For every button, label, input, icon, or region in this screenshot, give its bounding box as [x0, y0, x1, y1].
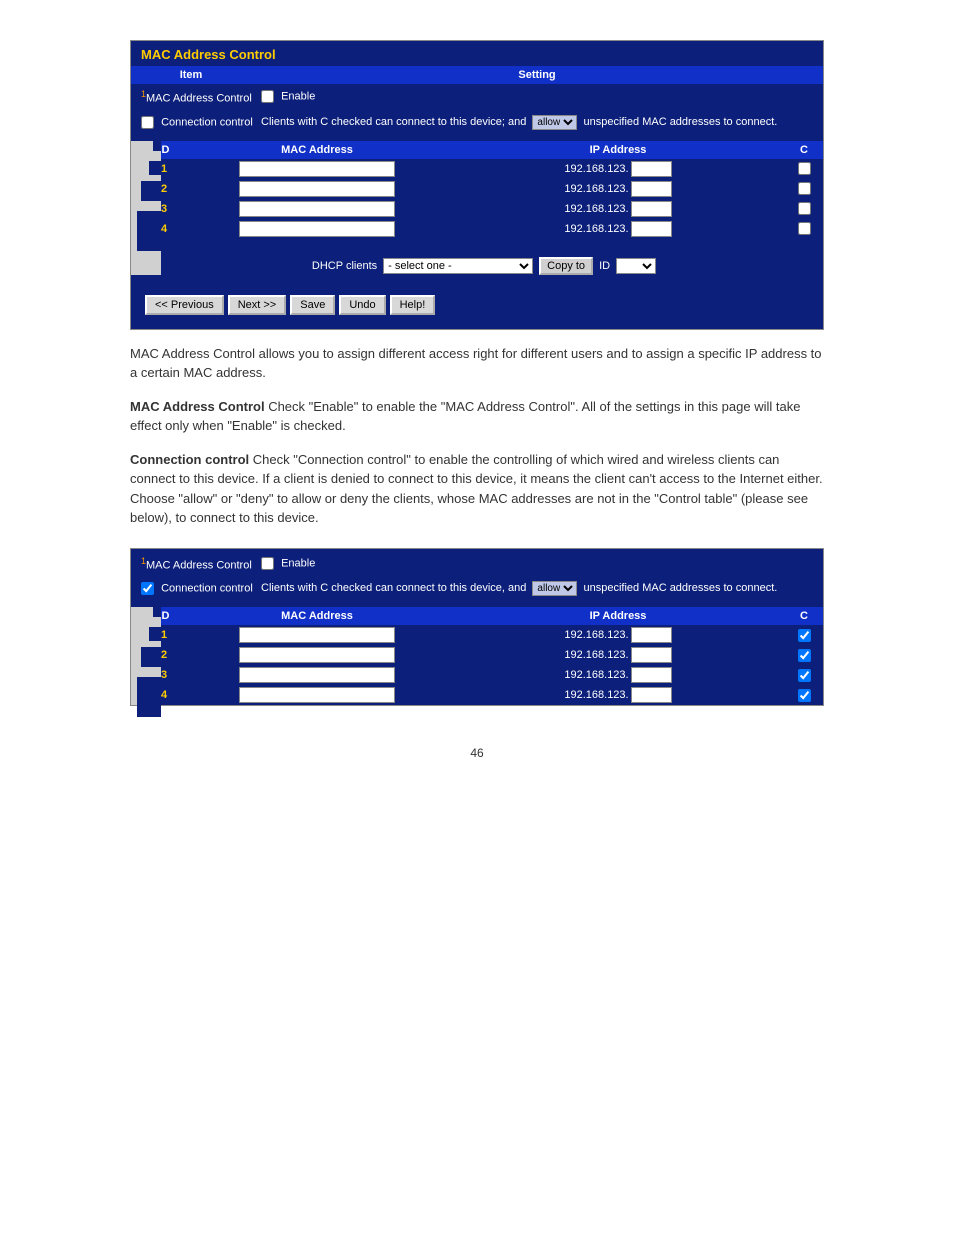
header-item: Item — [131, 66, 251, 84]
row-connection-control: Connection control Clients with C checke… — [131, 110, 823, 135]
connection-control-checkbox[interactable] — [141, 116, 154, 129]
header-row: Item Setting — [131, 66, 823, 84]
table-header: ID MAC Address IP Address C — [145, 141, 823, 159]
save-button[interactable]: Save — [290, 295, 335, 315]
undo-button[interactable]: Undo — [339, 295, 385, 315]
row-mac-control: 1MAC Address Control Enable — [131, 84, 823, 110]
c-checkbox[interactable] — [798, 162, 811, 175]
allow-deny-select[interactable]: allow — [532, 115, 577, 130]
row-mac-control: 1MAC Address Control Enable — [131, 551, 823, 577]
button-row: << Previous Next >> Save Undo Help! — [131, 285, 823, 329]
connection-control-label: Connection control — [161, 583, 253, 595]
ip-prefix: 192.168.123. — [564, 163, 628, 175]
torn-edge — [131, 607, 161, 705]
panel-title: MAC Address Control — [131, 41, 823, 66]
mac-input[interactable] — [239, 687, 395, 703]
col-mac-header: MAC Address — [183, 607, 451, 625]
previous-button[interactable]: << Previous — [145, 295, 224, 315]
ip-suffix-input[interactable] — [631, 181, 672, 197]
ip-suffix-input[interactable] — [631, 647, 672, 663]
id-select[interactable] — [616, 258, 656, 274]
c-checkbox[interactable] — [798, 629, 811, 642]
mac-input[interactable] — [239, 647, 395, 663]
ip-prefix: 192.168.123. — [564, 629, 628, 641]
allow-deny-select[interactable]: allow — [532, 581, 577, 596]
enable-checkbox[interactable] — [261, 557, 274, 570]
mac-input[interactable] — [239, 161, 395, 177]
id-label: ID — [599, 260, 610, 272]
mac-address-control-panel: MAC Address Control Item Setting 1MAC Ad… — [130, 40, 824, 330]
table-row: 4 192.168.123. — [145, 685, 823, 705]
conn-text-b: unspecified MAC addresses to connect. — [583, 116, 777, 128]
mac-input[interactable] — [239, 201, 395, 217]
dhcp-clients-select[interactable]: - select one - — [383, 258, 533, 274]
ip-suffix-input[interactable] — [631, 221, 672, 237]
ip-prefix: 192.168.123. — [564, 689, 628, 701]
mac-control-label: MAC Address Control — [146, 93, 252, 105]
header-setting: Setting — [251, 66, 823, 84]
ip-prefix: 192.168.123. — [564, 183, 628, 195]
ip-prefix: 192.168.123. — [564, 669, 628, 681]
c-checkbox[interactable] — [798, 222, 811, 235]
help-button[interactable]: Help! — [390, 295, 436, 315]
mac-control-label: MAC Address Control — [146, 559, 252, 571]
conn-text-a: Clients with C checked can connect to th… — [261, 582, 529, 594]
mac-input[interactable] — [239, 221, 395, 237]
ip-suffix-input[interactable] — [631, 161, 672, 177]
col-c-header: C — [785, 607, 823, 625]
c-checkbox[interactable] — [798, 182, 811, 195]
ip-prefix: 192.168.123. — [564, 649, 628, 661]
enable-label: Enable — [281, 557, 315, 569]
ip-suffix-input[interactable] — [631, 627, 672, 643]
table-row: 2 192.168.123. — [145, 179, 823, 199]
copy-to-button[interactable]: Copy to — [539, 257, 593, 275]
table-row: 3 192.168.123. — [145, 199, 823, 219]
c-checkbox[interactable] — [798, 689, 811, 702]
ip-prefix: 192.168.123. — [564, 203, 628, 215]
col-c-header: C — [785, 141, 823, 159]
connection-control-paragraph: Connection control Check "Connection con… — [130, 450, 824, 528]
dhcp-label: DHCP clients — [312, 260, 377, 272]
c-checkbox[interactable] — [798, 669, 811, 682]
connection-control-label: Connection control — [161, 116, 253, 128]
table-header: ID MAC Address IP Address C — [145, 607, 823, 625]
enable-checkbox[interactable] — [261, 90, 274, 103]
connection-control-checkbox[interactable] — [141, 582, 154, 595]
table-row: 3 192.168.123. — [145, 665, 823, 685]
torn-edge — [131, 141, 161, 275]
dhcp-clients-row: DHCP clients - select one - Copy to ID — [145, 257, 823, 275]
control-table: ID MAC Address IP Address C 1 192.168.12… — [131, 607, 823, 705]
ip-suffix-input[interactable] — [631, 687, 672, 703]
control-table: ID MAC Address IP Address C 1 192.168.12… — [131, 141, 823, 275]
next-button[interactable]: Next >> — [228, 295, 287, 315]
col-ip-header: IP Address — [451, 141, 785, 159]
table-row: 2 192.168.123. — [145, 645, 823, 665]
row-connection-control: Connection control Clients with C checke… — [131, 576, 823, 601]
mac-input[interactable] — [239, 627, 395, 643]
ip-suffix-input[interactable] — [631, 667, 672, 683]
col-ip-header: IP Address — [451, 607, 785, 625]
page-number: 46 — [130, 746, 824, 760]
connection-control-heading: Connection control — [130, 452, 249, 467]
conn-text-a: Clients with C checked can connect to th… — [261, 116, 529, 128]
ip-prefix: 192.168.123. — [564, 223, 628, 235]
enable-label: Enable — [281, 91, 315, 103]
c-checkbox[interactable] — [798, 649, 811, 662]
mac-input[interactable] — [239, 667, 395, 683]
intro-paragraph: MAC Address Control allows you to assign… — [130, 344, 824, 383]
mac-input[interactable] — [239, 181, 395, 197]
table-row: 4 192.168.123. — [145, 219, 823, 239]
conn-text-b: unspecified MAC addresses to connect. — [583, 582, 777, 594]
mac-control-paragraph: MAC Address Control Check "Enable" to en… — [130, 397, 824, 436]
ip-suffix-input[interactable] — [631, 201, 672, 217]
c-checkbox[interactable] — [798, 202, 811, 215]
table-row: 1 192.168.123. — [145, 625, 823, 645]
table-row: 1 192.168.123. — [145, 159, 823, 179]
col-mac-header: MAC Address — [183, 141, 451, 159]
mac-address-control-panel-cropped: 1MAC Address Control Enable Connection c… — [130, 548, 824, 707]
mac-control-heading: MAC Address Control — [130, 399, 265, 414]
